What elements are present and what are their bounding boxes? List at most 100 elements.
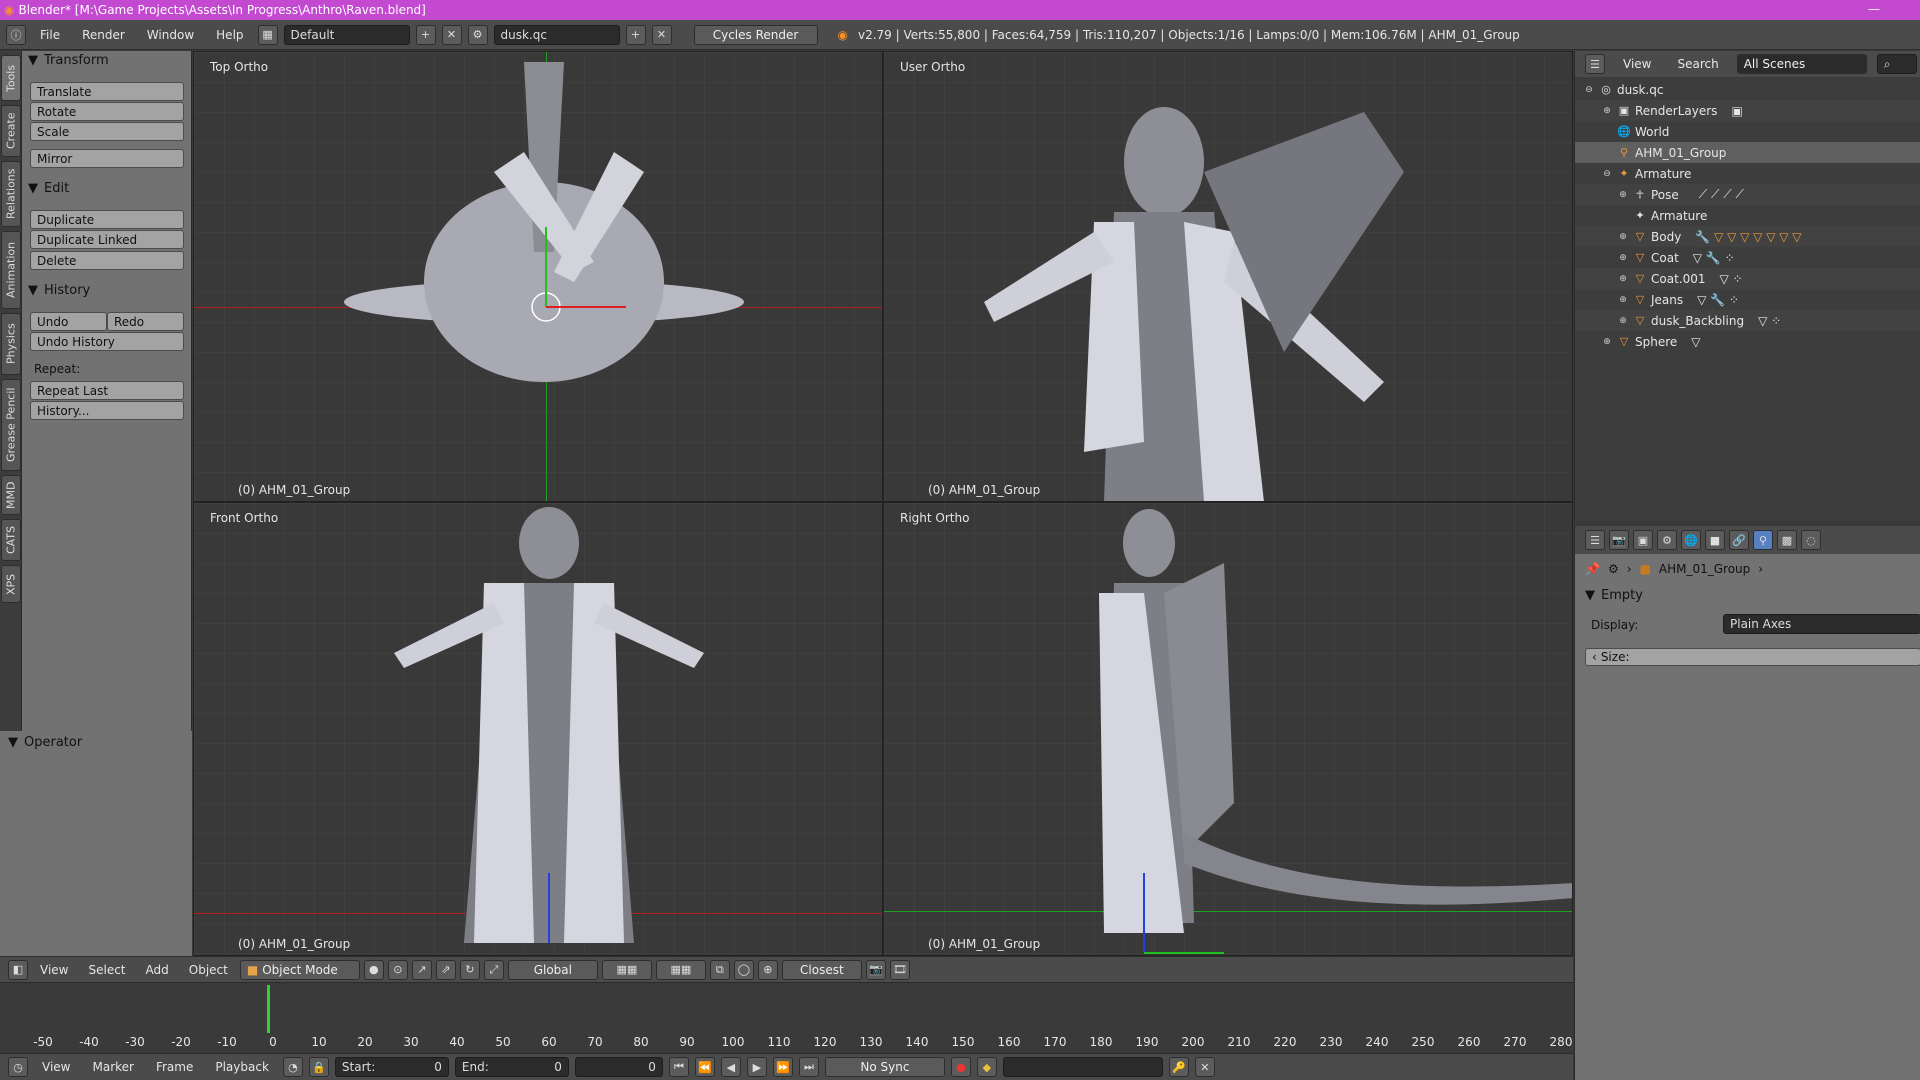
end-frame-field[interactable]: End: 0 bbox=[454, 1057, 569, 1077]
add-scene-icon[interactable]: + bbox=[625, 24, 646, 45]
jump-start-icon[interactable]: ⏮ bbox=[668, 1057, 689, 1077]
empty-panel-header[interactable]: ▼ Empty bbox=[1585, 588, 1643, 603]
undo-button[interactable]: Undo bbox=[30, 312, 107, 331]
redo-button[interactable]: Redo bbox=[107, 312, 184, 331]
jump-keyframe-back-icon[interactable]: ⏪ bbox=[694, 1057, 715, 1077]
snap-target-select[interactable]: Closest bbox=[781, 959, 862, 980]
render-engine-select[interactable]: Cycles Render bbox=[693, 24, 818, 45]
display-select[interactable]: Plain Axes bbox=[1723, 614, 1920, 634]
outliner-row[interactable]: ⚲ AHM_01_Group bbox=[1575, 142, 1920, 163]
viewport-right-ortho[interactable]: Right Ortho (0) AHM_01_Group bbox=[883, 502, 1573, 956]
keying-set-field[interactable] bbox=[1002, 1057, 1163, 1077]
scene-tab-icon[interactable]: ⚙ bbox=[1657, 530, 1677, 550]
insert-keyframe-icon[interactable]: 🔑 bbox=[1168, 1057, 1189, 1077]
editor-type-icon[interactable]: ◷ bbox=[8, 1057, 28, 1077]
duplicate-linked-button[interactable]: Duplicate Linked bbox=[30, 230, 184, 249]
undo-history-button[interactable]: Undo History bbox=[30, 332, 184, 351]
expand-icon[interactable]: ⊕ bbox=[1617, 232, 1629, 242]
menu-marker[interactable]: Marker bbox=[84, 1060, 141, 1074]
playhead[interactable] bbox=[267, 985, 270, 1033]
expand-icon[interactable]: ⊕ bbox=[1617, 274, 1629, 284]
expand-icon[interactable]: ⊕ bbox=[1617, 253, 1629, 263]
outliner-row[interactable]: ⊕ ▽ Sphere ▽ bbox=[1575, 331, 1920, 352]
constraints-tab-icon[interactable]: 🔗 bbox=[1729, 530, 1749, 550]
repeat-last-button[interactable]: Repeat Last bbox=[30, 381, 184, 400]
layers-grid-icon[interactable]: ▦▦ bbox=[601, 959, 652, 980]
menu-search[interactable]: Search bbox=[1669, 57, 1726, 71]
expand-icon[interactable]: ⊕ bbox=[1617, 190, 1629, 200]
menu-help[interactable]: Help bbox=[208, 28, 251, 42]
viewport-user-ortho[interactable]: User Ortho (0) AHM_01_Group bbox=[883, 51, 1573, 502]
outliner-row[interactable]: ⊕ ▽ Body 🔧 ▽ ▽ ▽ ▽ ▽ ▽ ▽ bbox=[1575, 226, 1920, 247]
add-layout-icon[interactable]: + bbox=[415, 24, 436, 45]
menu-file[interactable]: File bbox=[32, 28, 68, 42]
outliner-row[interactable]: ⊕ ▽ Coat.001 ▽ ⁘ bbox=[1575, 268, 1920, 289]
play-reverse-icon[interactable]: ◀ bbox=[720, 1057, 741, 1077]
viewport-top-ortho[interactable]: Top Ortho (0) AHM_01_Group bbox=[193, 51, 883, 502]
tab-physics[interactable]: Physics bbox=[1, 313, 21, 375]
timeline[interactable]: -50 -40 -30 -20 -10 0 10 20 30 40 50 60 70 80 90 100 110… bbox=[0, 982, 1573, 1052]
viewport-front-ortho[interactable]: Front Ortho (0) AHM_01_Group bbox=[193, 502, 883, 956]
screen-layout-field[interactable]: Default bbox=[283, 24, 410, 45]
opengl-anim-icon[interactable]: 🎞 bbox=[889, 959, 910, 980]
duplicate-button[interactable]: Duplicate bbox=[30, 210, 184, 229]
menu-view[interactable]: View bbox=[34, 1060, 78, 1074]
expand-icon[interactable]: ⊕ bbox=[1601, 106, 1613, 116]
editor-type-icon[interactable]: ◧ bbox=[8, 959, 28, 980]
tab-grease-pencil[interactable]: Grease Pencil bbox=[1, 379, 21, 471]
scene-field[interactable]: dusk.qc bbox=[493, 24, 620, 45]
translate-manipulator-icon[interactable]: ⇗ bbox=[435, 959, 456, 980]
operator-panel-header[interactable]: ▼ Operator bbox=[8, 735, 82, 750]
menu-render[interactable]: Render bbox=[74, 28, 133, 42]
jump-end-icon[interactable]: ⏭ bbox=[798, 1057, 819, 1077]
record-icon[interactable]: ● bbox=[950, 1057, 971, 1077]
play-icon[interactable]: ▶ bbox=[746, 1057, 767, 1077]
texture-tab-icon[interactable]: ▩ bbox=[1777, 530, 1797, 550]
menu-window[interactable]: Window bbox=[139, 28, 202, 42]
collapse-icon[interactable]: ⊖ bbox=[1601, 169, 1613, 179]
menu-frame[interactable]: Frame bbox=[148, 1060, 201, 1074]
opengl-render-icon[interactable]: 📷 bbox=[865, 959, 886, 980]
outliner-row[interactable]: ⊖ ✦ Armature bbox=[1575, 163, 1920, 184]
editor-type-icon[interactable]: ⓘ bbox=[6, 24, 26, 45]
editor-type-icon[interactable]: ☰ bbox=[1585, 530, 1605, 550]
physics-tab-icon[interactable]: ◌ bbox=[1801, 530, 1821, 550]
jump-keyframe-forward-icon[interactable]: ⏩ bbox=[772, 1057, 793, 1077]
search-input[interactable]: ⌕ bbox=[1876, 54, 1917, 74]
tab-tools[interactable]: Tools bbox=[1, 55, 21, 101]
mirror-button[interactable]: Mirror bbox=[30, 149, 184, 168]
lock-icon[interactable]: 🔒 bbox=[308, 1057, 329, 1077]
outliner-row[interactable]: ⊕ ▽ dusk_Backbling ▽ ⁘ bbox=[1575, 310, 1920, 331]
scale-button[interactable]: Scale bbox=[30, 122, 184, 141]
size-field[interactable]: ‹ Size: bbox=[1585, 648, 1920, 666]
scale-manipulator-icon[interactable]: ⤢ bbox=[483, 959, 504, 980]
viewport-shading-icon[interactable]: ● bbox=[363, 959, 384, 980]
keyframe-icon[interactable]: ◆ bbox=[976, 1057, 997, 1077]
start-frame-field[interactable]: Start: 0 bbox=[334, 1057, 449, 1077]
remove-scene-icon[interactable]: ✕ bbox=[651, 24, 672, 45]
display-mode-select[interactable]: All Scenes bbox=[1736, 54, 1867, 74]
render-layers-tab-icon[interactable]: ▣ bbox=[1633, 530, 1653, 550]
tab-mmd[interactable]: MMD bbox=[1, 475, 21, 515]
tab-create[interactable]: Create bbox=[1, 105, 21, 157]
expand-icon[interactable]: ⊕ bbox=[1601, 337, 1613, 347]
world-tab-icon[interactable]: 🌐 bbox=[1681, 530, 1701, 550]
manipulator-icon[interactable]: ↗ bbox=[411, 959, 432, 980]
tab-relations[interactable]: Relations bbox=[1, 161, 21, 227]
delete-button[interactable]: Delete bbox=[30, 251, 184, 270]
tab-xps[interactable]: XPS bbox=[1, 565, 21, 603]
pin-icon[interactable]: 📌 bbox=[1585, 562, 1600, 576]
snap-icon[interactable]: ⊕ bbox=[757, 959, 778, 980]
outliner-row[interactable]: ⊕ ▽ Jeans ▽ 🔧 ⁘ bbox=[1575, 289, 1920, 310]
expand-icon[interactable]: ⊕ bbox=[1617, 295, 1629, 305]
editor-type-icon[interactable]: ☰ bbox=[1585, 54, 1605, 74]
scene-icon[interactable]: ⚙ bbox=[467, 24, 488, 45]
preview-range-icon[interactable]: ◔ bbox=[282, 1057, 303, 1077]
rotate-manipulator-icon[interactable]: ↻ bbox=[459, 959, 480, 980]
history-panel-header[interactable]: ▼ History bbox=[28, 283, 90, 298]
render-tab-icon[interactable]: 📷 bbox=[1609, 530, 1629, 550]
menu-view[interactable]: View bbox=[32, 963, 76, 977]
history-button[interactable]: History... bbox=[30, 401, 184, 420]
collapse-icon[interactable]: ⊖ bbox=[1583, 85, 1595, 95]
delete-keyframe-icon[interactable]: ✕ bbox=[1194, 1057, 1215, 1077]
